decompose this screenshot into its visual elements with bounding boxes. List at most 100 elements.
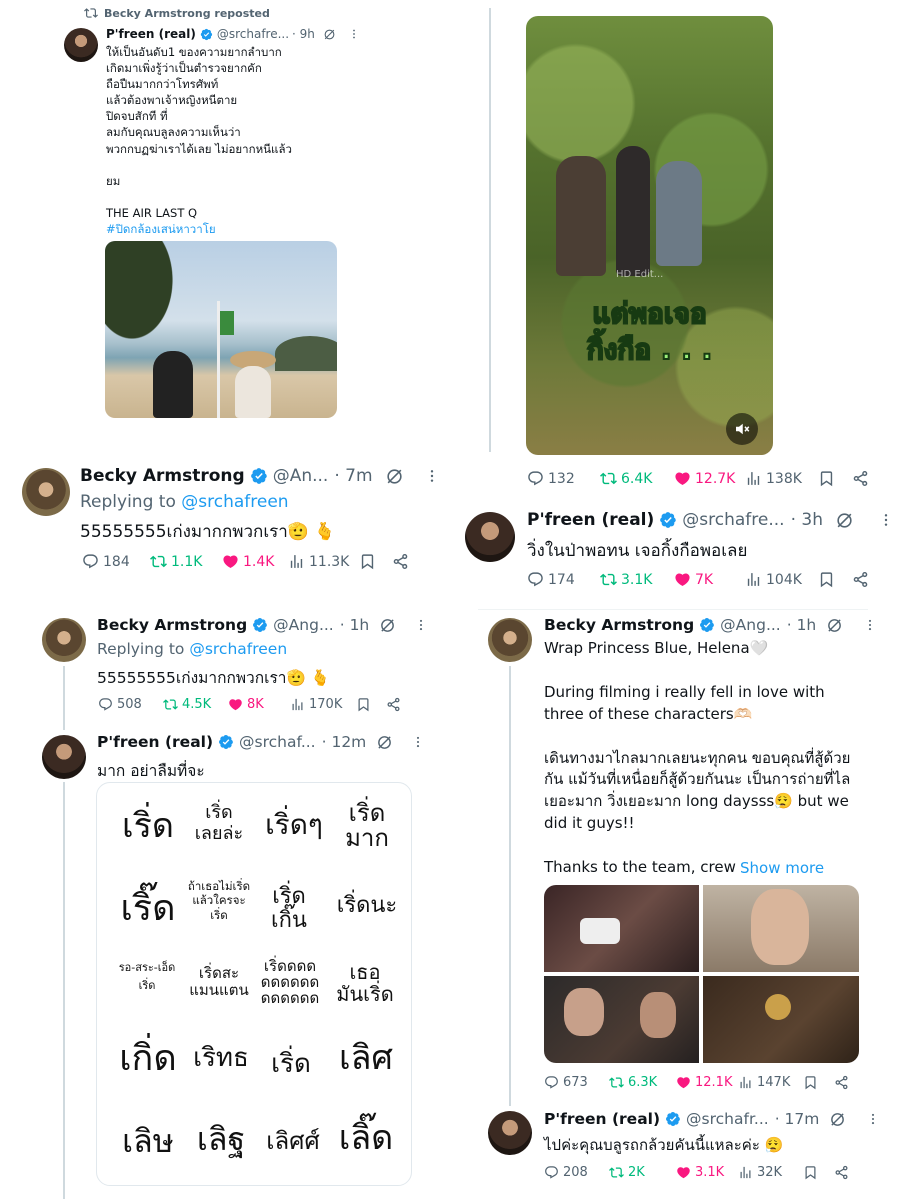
author-handle[interactable]: @srchafre... (682, 510, 784, 530)
beach-photo[interactable] (105, 241, 337, 418)
grok-icon[interactable] (829, 1111, 846, 1128)
tweet-header: P'freen (real) @srchafre... · 9h (106, 27, 360, 41)
grok-icon[interactable] (385, 467, 404, 486)
hashtag-link[interactable]: #ปิดกล้องเสน่หาวาโย (106, 221, 216, 239)
tweet-time[interactable]: · 7m (334, 466, 372, 486)
reply-button[interactable]: 673 (544, 1075, 588, 1090)
repost-button[interactable]: 3.1K (600, 571, 652, 588)
like-button[interactable]: 1.4K (222, 553, 274, 570)
repost-button[interactable]: 4.5K (163, 697, 211, 712)
more-icon[interactable] (348, 28, 360, 40)
bookmark-button[interactable] (359, 553, 380, 570)
more-icon[interactable] (414, 618, 428, 632)
tweet-time[interactable]: · 12m (322, 733, 367, 751)
like-button[interactable]: 12.7K (674, 470, 735, 487)
more-icon[interactable] (866, 1112, 880, 1126)
repost-button[interactable]: 2K (609, 1165, 645, 1180)
reply-count: 208 (563, 1165, 588, 1180)
avatar[interactable] (488, 1111, 532, 1155)
reply-target-link[interactable]: @srchafreen (189, 640, 287, 658)
avatar[interactable] (42, 735, 86, 779)
like-button[interactable]: 8K (228, 697, 264, 712)
views-button[interactable]: 138K (745, 470, 802, 487)
avatar[interactable] (42, 618, 86, 662)
avatar[interactable] (465, 512, 515, 562)
tweet-time[interactable]: · 1h (340, 616, 370, 634)
bookmark-button[interactable] (356, 697, 375, 712)
forest-video[interactable]: HD Edit... แต่พอเจอ กิ้งกือ . . . (526, 16, 773, 455)
like-button[interactable]: 7K (674, 571, 713, 588)
like-button[interactable]: 3.1K (676, 1165, 724, 1180)
avatar[interactable] (64, 28, 98, 62)
views-button[interactable]: 147K (738, 1075, 790, 1090)
bookmark-button[interactable] (803, 1075, 822, 1090)
author-handle[interactable]: @An... (273, 466, 329, 486)
tweet-time[interactable]: · 3h (791, 510, 823, 530)
grok-icon[interactable] (323, 28, 336, 41)
mute-button[interactable] (726, 413, 758, 445)
grok-icon[interactable] (376, 734, 393, 751)
show-more-link[interactable]: Show more (740, 858, 824, 880)
author-name[interactable]: P'freen (real) (97, 733, 213, 751)
views-button[interactable]: 104K (745, 571, 802, 588)
share-button[interactable] (852, 470, 873, 487)
bookmark-button[interactable] (803, 1165, 822, 1180)
author-name[interactable]: Becky Armstrong (544, 616, 694, 634)
more-icon[interactable] (863, 618, 877, 632)
like-button[interactable]: 12.1K (676, 1075, 732, 1090)
author-name[interactable]: P'freen (real) (106, 27, 196, 41)
repost-button[interactable]: 1.1K (150, 553, 202, 570)
author-name[interactable]: P'freen (real) (544, 1110, 660, 1128)
repost-button[interactable]: 6.3K (609, 1075, 657, 1090)
views-button[interactable]: 11.3K (288, 553, 349, 570)
photo-4[interactable] (703, 976, 859, 1063)
like-count: 1.4K (243, 553, 275, 570)
reply-button[interactable]: 132 (527, 470, 575, 487)
author-name[interactable]: Becky Armstrong (97, 616, 247, 634)
reply-button[interactable]: 184 (82, 553, 130, 570)
word-cell: เริ่ด เกิ๊น (271, 884, 307, 934)
more-icon[interactable] (411, 735, 425, 749)
repost-icon (609, 1165, 624, 1180)
repost-button[interactable]: 6.4K (600, 470, 652, 487)
more-icon[interactable] (878, 512, 894, 528)
views-button[interactable]: 170K (290, 697, 342, 712)
tweet-time[interactable]: · 1h (787, 616, 817, 634)
reply-button[interactable]: 174 (527, 571, 575, 588)
reply-button[interactable]: 508 (98, 697, 142, 712)
author-handle[interactable]: @srchafre... (217, 27, 289, 41)
share-button[interactable] (834, 1075, 853, 1090)
views-count: 138K (766, 470, 802, 487)
bookmark-button[interactable] (818, 571, 839, 588)
share-button[interactable] (386, 697, 405, 712)
avatar[interactable] (488, 618, 532, 662)
author-handle[interactable]: @srchafr... (686, 1110, 769, 1128)
reply-button[interactable]: 208 (544, 1165, 588, 1180)
share-button[interactable] (834, 1165, 853, 1180)
photo-3[interactable] (544, 976, 699, 1063)
avatar[interactable] (22, 468, 70, 516)
photo-1[interactable] (544, 885, 699, 972)
views-count: 147K (757, 1075, 791, 1090)
share-button[interactable] (852, 571, 873, 588)
share-button[interactable] (392, 553, 413, 570)
tweet-time[interactable]: · 9h (292, 27, 315, 41)
author-handle[interactable]: @srchaf... (239, 733, 316, 751)
tweet-text: Wrap Princess Blue, Helena🤍 During filmi… (544, 639, 851, 877)
grok-icon[interactable] (835, 511, 854, 530)
grok-icon[interactable] (826, 617, 843, 634)
reply-target-link[interactable]: @srchafreen (181, 492, 288, 512)
reply-icon (82, 553, 99, 570)
author-name[interactable]: Becky Armstrong (80, 466, 245, 486)
tweet-time[interactable]: · 17m (775, 1110, 820, 1128)
word-grid-image[interactable]: เริ่ด เริ่ด เลยล่ะ เริ่ดๆ เริ่ด มาก เริ๊… (96, 782, 412, 1186)
more-icon[interactable] (424, 468, 440, 484)
grok-icon[interactable] (379, 617, 396, 634)
bookmark-button[interactable] (818, 470, 839, 487)
photo-2[interactable] (703, 885, 859, 972)
repost-header: Becky Armstrong reposted (84, 6, 270, 20)
author-name[interactable]: P'freen (real) (527, 510, 654, 530)
views-button[interactable]: 32K (738, 1165, 782, 1180)
author-handle[interactable]: @Ang... (273, 616, 334, 634)
author-handle[interactable]: @Ang... (720, 616, 781, 634)
